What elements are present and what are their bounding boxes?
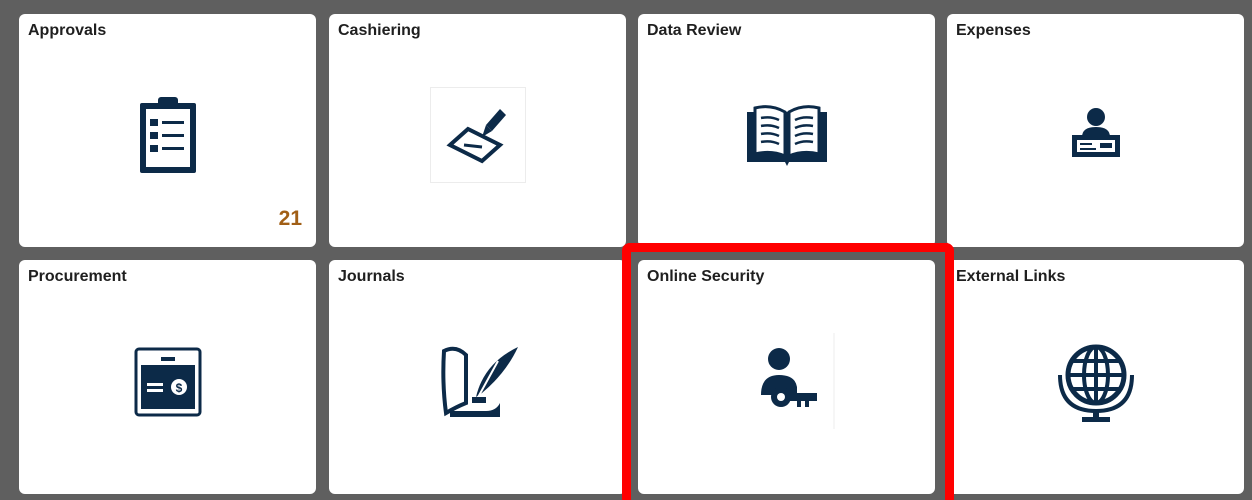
tile-title: Online Security — [647, 268, 765, 285]
tile-title: Expenses — [956, 22, 1031, 39]
tile-online-security[interactable]: Online Security — [638, 260, 935, 494]
tile-title: Journals — [338, 268, 405, 285]
tile-journals[interactable]: Journals — [329, 260, 626, 494]
globe-icon — [1057, 344, 1134, 422]
tile-approvals[interactable]: Approvals 21 — [19, 14, 316, 247]
person-key-icon — [760, 333, 834, 429]
tile-cashiering[interactable]: Cashiering — [329, 14, 626, 247]
tile-title: Procurement — [28, 268, 127, 285]
person-holding-check-icon — [1071, 107, 1120, 157]
pen-signing-check-icon — [429, 86, 526, 183]
tile-title: Cashiering — [338, 22, 421, 39]
wallet-card-icon: $ — [134, 347, 201, 417]
svg-text:$: $ — [175, 381, 182, 395]
quill-scroll-icon — [440, 346, 518, 417]
open-book-icon — [746, 104, 827, 166]
tile-title: Data Review — [647, 22, 742, 39]
tile-data-review[interactable]: Data Review — [638, 14, 935, 247]
approvals-count-badge: 21 — [278, 207, 302, 230]
tile-external-links[interactable]: External Links — [947, 260, 1244, 494]
clipboard-checklist-icon — [139, 96, 196, 173]
tile-title: Approvals — [28, 22, 107, 39]
tile-expenses[interactable]: Expenses — [947, 14, 1244, 247]
tile-title: External Links — [956, 268, 1066, 285]
tile-procurement[interactable]: Procurement $ — [19, 260, 316, 494]
